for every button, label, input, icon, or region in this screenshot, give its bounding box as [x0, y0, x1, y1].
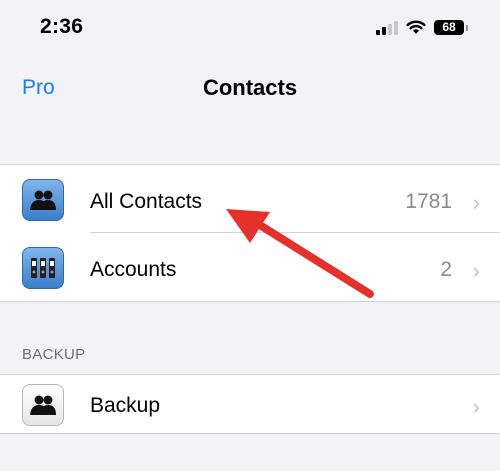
annotation-arrow: [226, 209, 374, 298]
